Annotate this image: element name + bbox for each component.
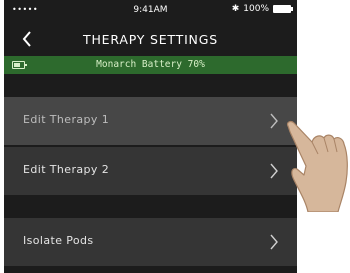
menu-item-label: Edit Therapy 2 [23,163,110,176]
chevron-right-icon [270,113,278,129]
menu-item-label: Edit Therapy 1 [23,113,110,126]
bluetooth-icon: ✱ [231,4,240,14]
status-right: ✱ 100% [231,4,293,14]
pointing-hand-icon [286,120,348,212]
phone-screen: ••••• 9:41AM ✱ 100% THERAPY SETTINGS Mon… [4,0,297,273]
battery-icon [273,5,293,13]
menu-item-label: Isolate Pods [23,234,94,247]
battery-banner-text: Monarch Battery 70% [96,59,205,70]
menu-item-isolate-pods[interactable]: Isolate Pods [4,218,297,266]
battery-percent: 100% [243,4,269,14]
menu-item-edit-therapy-1[interactable]: Edit Therapy 1 [4,97,297,145]
battery-banner: Monarch Battery 70% [4,56,297,74]
page-title: THERAPY SETTINGS [83,32,218,47]
chevron-right-icon [270,163,278,179]
chevron-right-icon [270,234,278,250]
status-bar: ••••• 9:41AM ✱ 100% [4,0,297,20]
menu-item-edit-therapy-2[interactable]: Edit Therapy 2 [4,147,297,195]
nav-bar: THERAPY SETTINGS [4,22,297,56]
